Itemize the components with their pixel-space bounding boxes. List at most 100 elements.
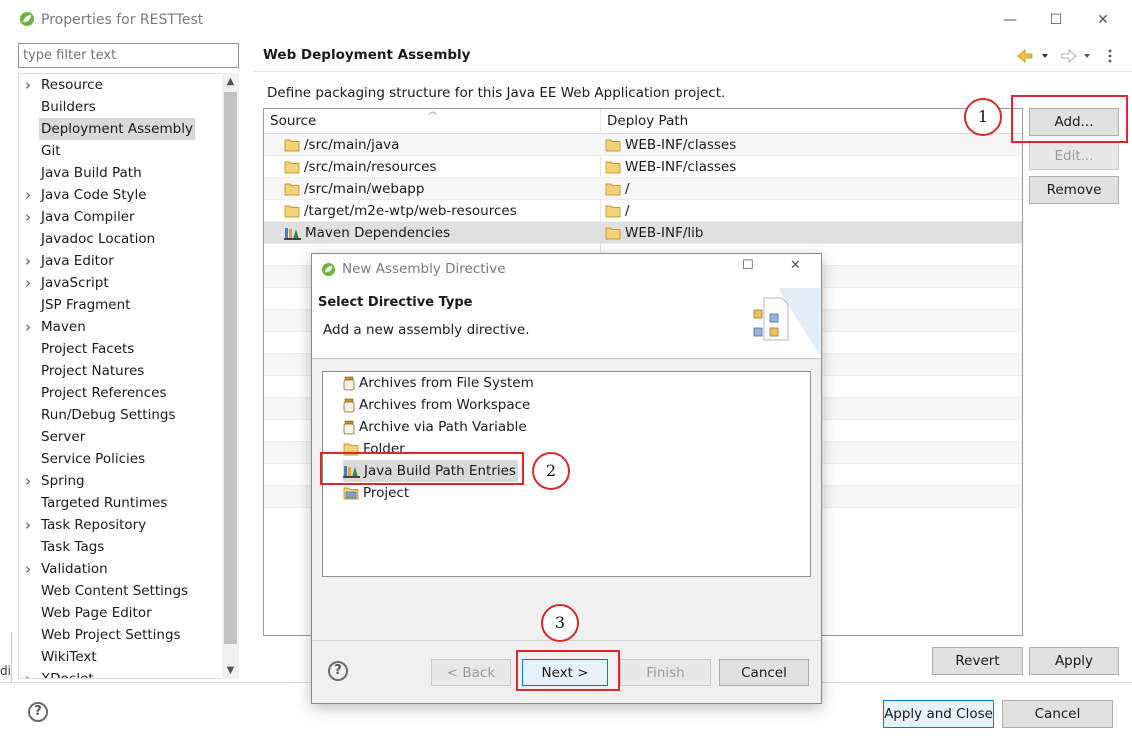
sidebar-item-task-repository[interactable]: › Task Repository — [19, 514, 223, 536]
chevron-right-icon[interactable]: › — [25, 470, 35, 492]
chevron-right-icon[interactable]: › — [25, 184, 35, 206]
directive-option-label: Archives from File System — [359, 375, 534, 391]
sidebar-item-project-references[interactable]: Project References — [19, 382, 223, 404]
chevron-right-icon[interactable]: › — [25, 206, 35, 228]
folder-icon — [605, 138, 621, 152]
sidebar-item-label: Web Page Editor — [41, 605, 152, 621]
source-cell: /target/m2e-wtp/web-resources — [284, 200, 517, 222]
minimize-button[interactable]: — — [992, 8, 1028, 32]
folder-icon — [284, 182, 300, 196]
apply-and-close-button[interactable]: Apply and Close — [883, 700, 994, 728]
sidebar-item-label: Targeted Runtimes — [41, 495, 168, 511]
sidebar-item-java-editor[interactable]: › Java Editor — [19, 250, 223, 272]
column-header-deploy-path[interactable]: Deploy Path — [601, 109, 1021, 133]
jar-icon — [343, 376, 355, 391]
directive-option-archive-via-path-variable[interactable]: Archive via Path Variable — [343, 416, 527, 438]
chevron-right-icon[interactable]: › — [25, 74, 35, 96]
sidebar-item-deployment-assembly[interactable]: Deployment Assembly — [19, 118, 223, 140]
table-row[interactable]: /src/main/resources WEB-INF/classes — [264, 156, 1022, 178]
deploy-path-cell: WEB-INF/classes — [605, 156, 736, 178]
back-button[interactable]: < Back — [431, 659, 511, 686]
header-divider — [253, 71, 1132, 72]
step-3-marker: 3 — [541, 604, 579, 642]
chevron-right-icon[interactable]: › — [25, 272, 35, 294]
table-row[interactable]: Maven Dependencies WEB-INF/lib — [264, 222, 1022, 244]
table-row[interactable]: /src/main/webapp / — [264, 178, 1022, 200]
back-arrow-icon[interactable] — [1017, 49, 1033, 63]
back-menu-chevron-icon[interactable] — [1042, 54, 1048, 58]
forward-arrow-icon[interactable] — [1061, 49, 1077, 63]
scroll-up-icon[interactable]: ▲ — [222, 73, 239, 91]
sidebar-item-builders[interactable]: Builders — [19, 96, 223, 118]
sidebar-item-targeted-runtimes[interactable]: Targeted Runtimes — [19, 492, 223, 514]
finish-button[interactable]: Finish — [620, 659, 711, 686]
sidebar-item-project-facets[interactable]: Project Facets — [19, 338, 223, 360]
folder-icon — [605, 160, 621, 174]
spring-leaf-icon — [20, 12, 34, 26]
table-row[interactable]: /target/m2e-wtp/web-resources / — [264, 200, 1022, 222]
sidebar-item-web-project-settings[interactable]: Web Project Settings — [19, 624, 223, 646]
highlight-next-box — [516, 650, 620, 691]
sidebar-item-project-natures[interactable]: Project Natures — [19, 360, 223, 382]
tree-scrollbar-thumb[interactable] — [224, 92, 237, 644]
scroll-down-icon[interactable]: ▼ — [222, 662, 239, 680]
sidebar-item-label: Task Repository — [41, 517, 147, 533]
nav-arrows — [1017, 49, 1112, 63]
sidebar-item-maven[interactable]: › Maven — [19, 316, 223, 338]
dialog-help-icon[interactable]: ? — [328, 661, 348, 681]
chevron-right-icon[interactable]: › — [25, 250, 35, 272]
forward-menu-chevron-icon[interactable] — [1084, 54, 1090, 58]
sidebar-item-jsp-fragment[interactable]: JSP Fragment — [19, 294, 223, 316]
sidebar-item-label: Spring — [41, 473, 85, 489]
dialog-close-button[interactable]: ✕ — [790, 258, 810, 273]
chevron-right-icon[interactable]: › — [25, 514, 35, 536]
sidebar-item-resource[interactable]: › Resource — [19, 74, 223, 96]
sidebar-item-service-policies[interactable]: Service Policies — [19, 448, 223, 470]
sidebar-item-web-content-settings[interactable]: Web Content Settings — [19, 580, 223, 602]
sidebar-item-git[interactable]: Git — [19, 140, 223, 162]
sidebar-item-label: Java Build Path — [41, 165, 142, 181]
sidebar-item-wikitext[interactable]: WikiText — [19, 646, 223, 668]
cancel-button[interactable]: Cancel — [1002, 700, 1113, 728]
deploy-path-text: WEB-INF/lib — [625, 225, 704, 241]
sidebar-item-javascript[interactable]: › JavaScript — [19, 272, 223, 294]
table-row[interactable]: /src/main/java WEB-INF/classes — [264, 134, 1022, 156]
sidebar-item-xdoclet[interactable]: › XDoclet — [19, 668, 223, 679]
deploy-path-cell: / — [605, 200, 630, 222]
close-button[interactable]: ✕ — [1085, 8, 1121, 32]
sidebar-item-server[interactable]: Server — [19, 426, 223, 448]
view-menu-icon[interactable] — [1108, 49, 1112, 63]
sidebar-item-label: Web Content Settings — [41, 583, 189, 599]
sidebar-item-java-compiler[interactable]: › Java Compiler — [19, 206, 223, 228]
sidebar-item-task-tags[interactable]: Task Tags — [19, 536, 223, 558]
sidebar-item-run-debug-settings[interactable]: Run/Debug Settings — [19, 404, 223, 426]
directive-option-archives-from-workspace[interactable]: Archives from Workspace — [343, 394, 530, 416]
directive-option-label: Archive via Path Variable — [359, 419, 527, 435]
source-text: /src/main/resources — [304, 159, 437, 175]
page-title: Web Deployment Assembly — [263, 47, 471, 63]
folder-icon — [284, 204, 300, 218]
sidebar-item-spring[interactable]: › Spring — [19, 470, 223, 492]
apply-button[interactable]: Apply — [1029, 647, 1119, 675]
filter-input[interactable] — [18, 43, 239, 68]
sidebar-item-javadoc-location[interactable]: Javadoc Location — [19, 228, 223, 250]
dialog-maximize-button[interactable]: ☐ — [742, 258, 762, 273]
edit-button[interactable]: Edit... — [1029, 142, 1119, 170]
directive-option-project[interactable]: Project — [343, 482, 409, 504]
directive-option-archives-from-file-system[interactable]: Archives from File System — [343, 372, 534, 394]
sidebar-item-label: Git — [41, 143, 61, 159]
revert-button[interactable]: Revert — [932, 647, 1023, 675]
chevron-right-icon[interactable]: › — [25, 668, 35, 678]
sidebar-item-validation[interactable]: › Validation — [19, 558, 223, 580]
sidebar-item-label: XDoclet — [41, 671, 94, 679]
sidebar-item-java-build-path[interactable]: Java Build Path — [19, 162, 223, 184]
chevron-right-icon[interactable]: › — [25, 316, 35, 338]
chevron-right-icon[interactable]: › — [25, 558, 35, 580]
help-icon[interactable]: ? — [28, 702, 48, 722]
page-description: Define packaging structure for this Java… — [267, 85, 726, 101]
sidebar-item-java-code-style[interactable]: › Java Code Style — [19, 184, 223, 206]
remove-button[interactable]: Remove — [1029, 176, 1119, 204]
dialog-cancel-button[interactable]: Cancel — [719, 659, 809, 686]
sidebar-item-web-page-editor[interactable]: Web Page Editor — [19, 602, 223, 624]
maximize-button[interactable]: ☐ — [1038, 8, 1074, 32]
